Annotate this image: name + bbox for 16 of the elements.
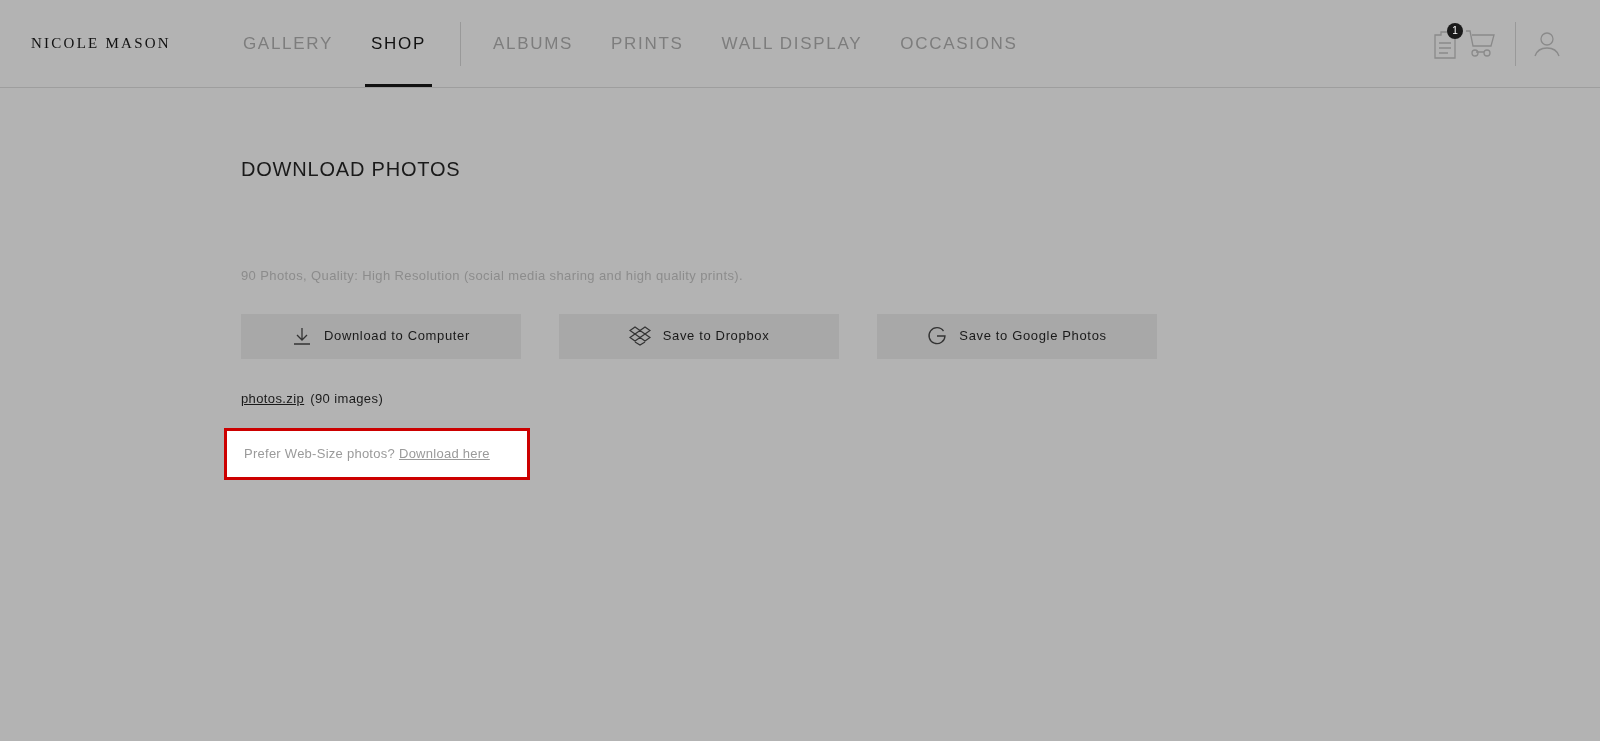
- user-icon[interactable]: [1534, 30, 1560, 57]
- zip-file-link[interactable]: photos.zip: [241, 388, 305, 408]
- download-icon: [292, 326, 312, 346]
- order-list-icon[interactable]: [1433, 28, 1457, 59]
- notification-badge: 1: [1447, 22, 1463, 39]
- nav-tab[interactable]: SHOP: [364, 0, 432, 87]
- brand-logo[interactable]: NICOLE MASON: [31, 32, 171, 55]
- page-title: DOWNLOAD PHOTOS: [241, 157, 462, 182]
- web-size-prompt: Prefer Web-Size photos?: [244, 445, 395, 464]
- image-count: (90 images): [310, 389, 384, 408]
- dropbox-icon: [628, 326, 651, 346]
- download-option-button[interactable]: Save to Google Photos: [877, 313, 1157, 359]
- cart-icon[interactable]: [1465, 28, 1497, 59]
- download-option-button[interactable]: Download to Computer: [241, 313, 521, 359]
- google-g-icon: [927, 326, 948, 346]
- download-option-button[interactable]: Save to Dropbox: [559, 313, 839, 359]
